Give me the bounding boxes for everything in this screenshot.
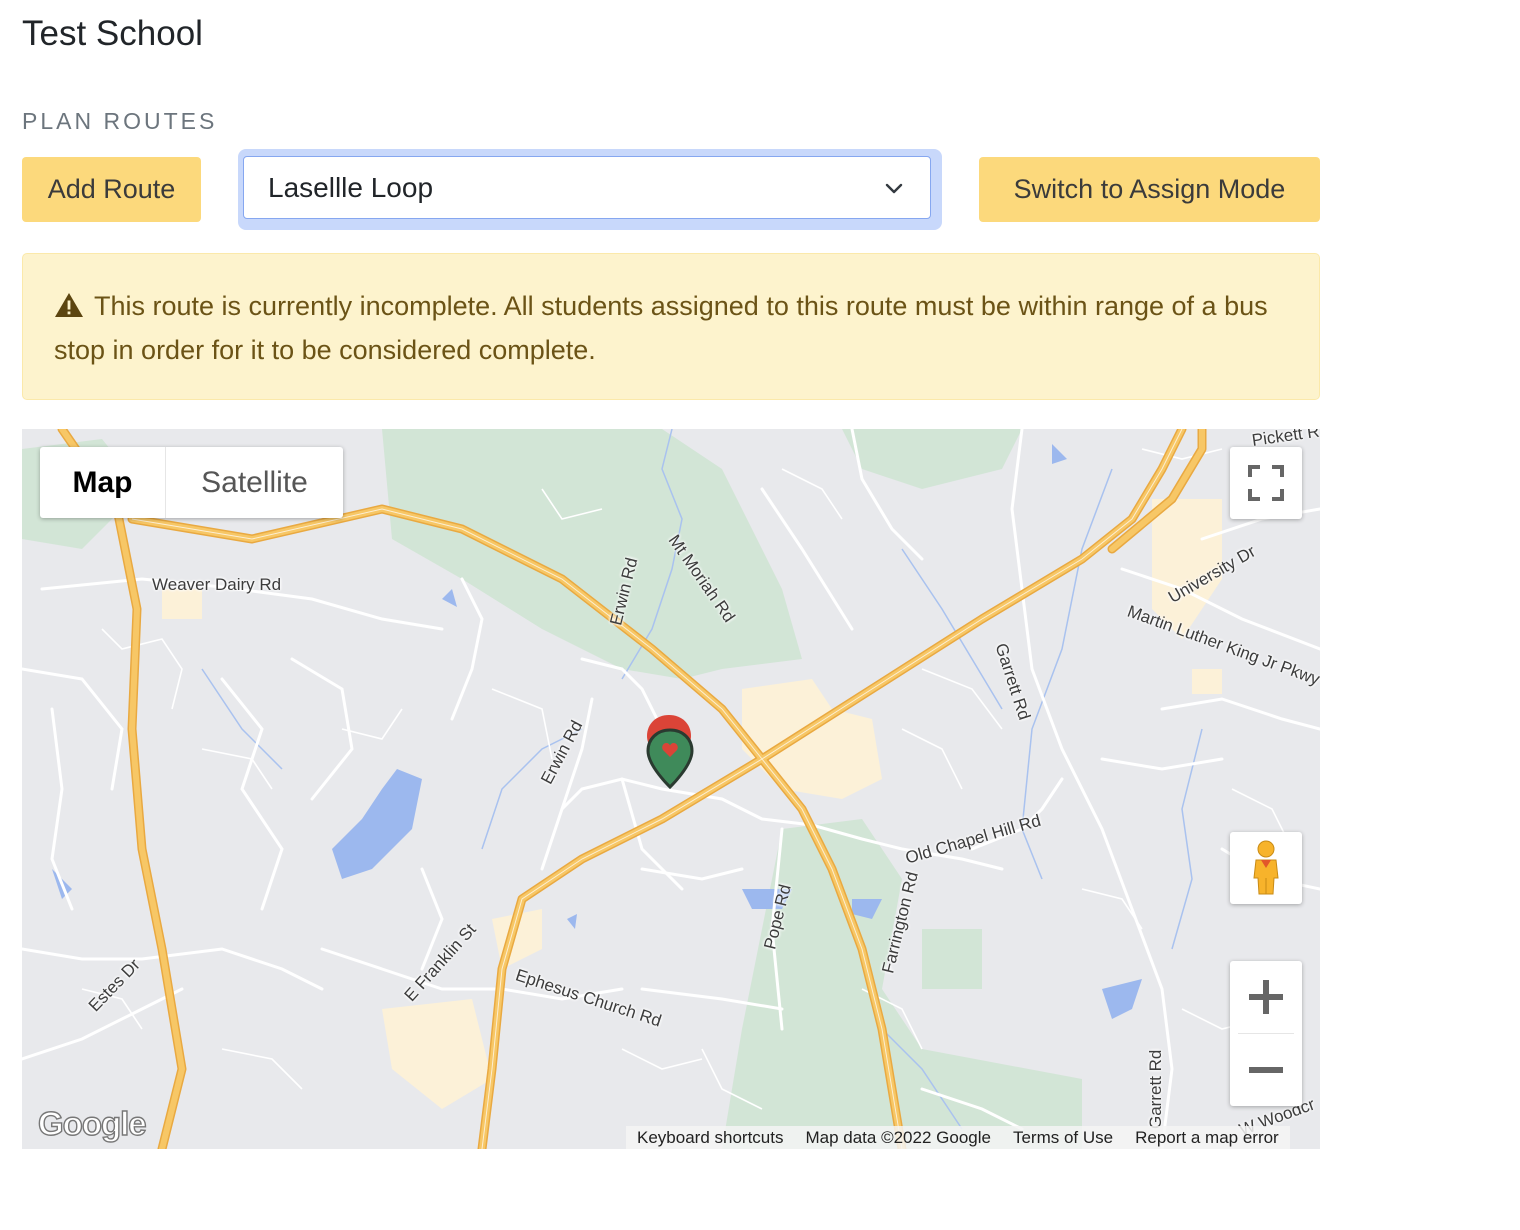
incomplete-route-alert: This route is currently incomplete. All … [22, 253, 1320, 400]
street-label-weaver-dairy: Weaver Dairy Rd [152, 575, 282, 594]
street-label-garrett-south: Garrett Rd [1146, 1049, 1165, 1129]
route-select[interactable]: Lasellle Loop [243, 156, 931, 219]
switch-assign-mode-button[interactable]: Switch to Assign Mode [979, 157, 1320, 222]
report-map-error-link[interactable]: Report a map error [1124, 1128, 1290, 1148]
alert-message: This route is currently incomplete. All … [54, 291, 1268, 365]
warning-triangle-icon [55, 293, 83, 317]
school-marker-green[interactable] [644, 727, 696, 791]
route-select-focus-ring: Lasellle Loop [238, 149, 942, 230]
section-label: PLAN ROUTES [22, 108, 218, 134]
zoom-out-button[interactable] [1230, 1034, 1302, 1106]
keyboard-shortcuts-link[interactable]: Keyboard shortcuts [626, 1128, 794, 1148]
route-select-value: Lasellle Loop [268, 171, 434, 203]
add-route-button[interactable]: Add Route [22, 157, 201, 222]
route-map[interactable]: Weaver Dairy Rd Erwin Rd Mt Moriah Rd Un… [22, 429, 1320, 1149]
plus-icon [1249, 980, 1283, 1014]
map-data-text: Map data ©2022 Google [805, 1127, 991, 1147]
chevron-down-icon [885, 183, 903, 194]
fullscreen-button[interactable] [1230, 447, 1302, 519]
map-type-control: Map Satellite [40, 447, 343, 518]
page-title: Test School [22, 14, 203, 53]
map-attribution-bar: Keyboard shortcuts Map data ©2022 Google… [626, 1126, 1290, 1149]
map-type-satellite-button[interactable]: Satellite [166, 447, 343, 518]
street-view-pegman-button[interactable] [1230, 832, 1302, 904]
zoom-in-button[interactable] [1230, 961, 1302, 1033]
minus-icon [1249, 1067, 1283, 1073]
pegman-icon [1253, 840, 1279, 895]
fullscreen-icon [1248, 465, 1284, 501]
terms-of-use-link[interactable]: Terms of Use [1002, 1128, 1124, 1148]
zoom-control [1230, 961, 1302, 1106]
google-logo: Google [37, 1104, 147, 1142]
map-type-map-button[interactable]: Map [40, 447, 166, 518]
